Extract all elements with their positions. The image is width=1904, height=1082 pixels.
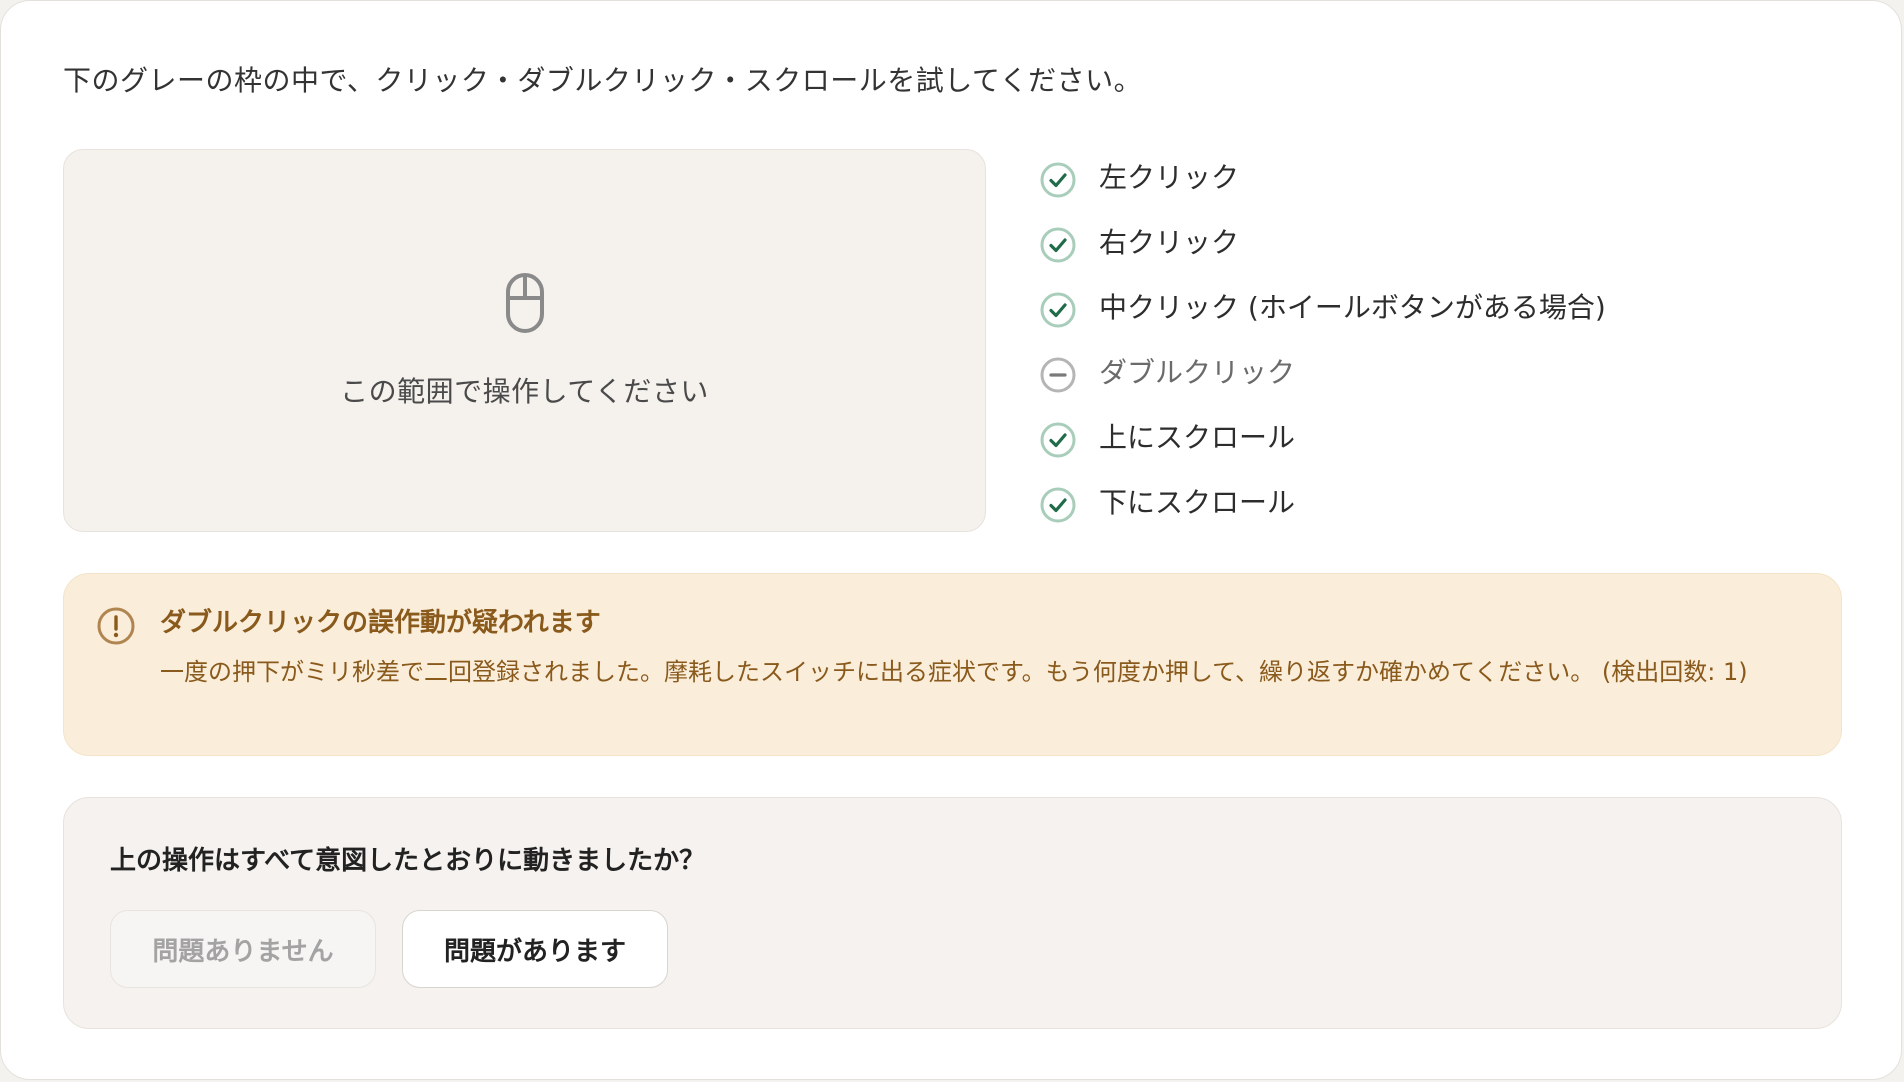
no-problem-button[interactable]: 問題ありません bbox=[110, 910, 376, 988]
double-click-warning: ダブルクリックの誤作動が疑われます 一度の押下がミリ秒差で二回登録されました。摩… bbox=[63, 573, 1842, 756]
check-icon bbox=[1040, 227, 1076, 263]
checklist-label: 左クリック bbox=[1099, 161, 1240, 194]
warning-body: 一度の押下がミリ秒差で二回登録されました。摩耗したスイッチに出る症状です。もう何… bbox=[160, 658, 1748, 686]
confirmation-panel: 上の操作はすべて意図したとおりに動きましたか？ 問題ありません 問題があります bbox=[63, 797, 1842, 1029]
exclamation-circle-icon bbox=[97, 607, 135, 645]
test-card: 下のグレーの枠の中で、クリック・ダブルクリック・スクロールを試してください。 こ… bbox=[0, 0, 1902, 1080]
has-problem-button[interactable]: 問題があります bbox=[402, 910, 668, 988]
test-area-label: この範囲で操作してください bbox=[340, 375, 709, 408]
check-icon bbox=[1040, 487, 1076, 523]
warning-title: ダブルクリックの誤作動が疑われます bbox=[160, 608, 601, 638]
check-icon bbox=[1040, 292, 1076, 328]
checklist-label: 中クリック (ホイールボタンがある場合) bbox=[1099, 291, 1606, 324]
mouse-test-area[interactable]: この範囲で操作してください bbox=[63, 149, 986, 532]
checklist-label: ダブルクリック bbox=[1099, 356, 1296, 389]
pending-minus-icon bbox=[1040, 357, 1076, 393]
confirmation-question: 上の操作はすべて意図したとおりに動きましたか？ bbox=[110, 846, 706, 876]
checklist-label: 下にスクロール bbox=[1099, 486, 1296, 519]
checklist-label: 上にスクロール bbox=[1099, 421, 1296, 454]
instruction-text: 下のグレーの枠の中で、クリック・ダブルクリック・スクロールを試してください。 bbox=[63, 64, 1143, 97]
checklist-label: 右クリック bbox=[1099, 226, 1240, 259]
check-icon bbox=[1040, 162, 1076, 198]
mouse-icon bbox=[506, 273, 544, 333]
check-icon bbox=[1040, 422, 1076, 458]
